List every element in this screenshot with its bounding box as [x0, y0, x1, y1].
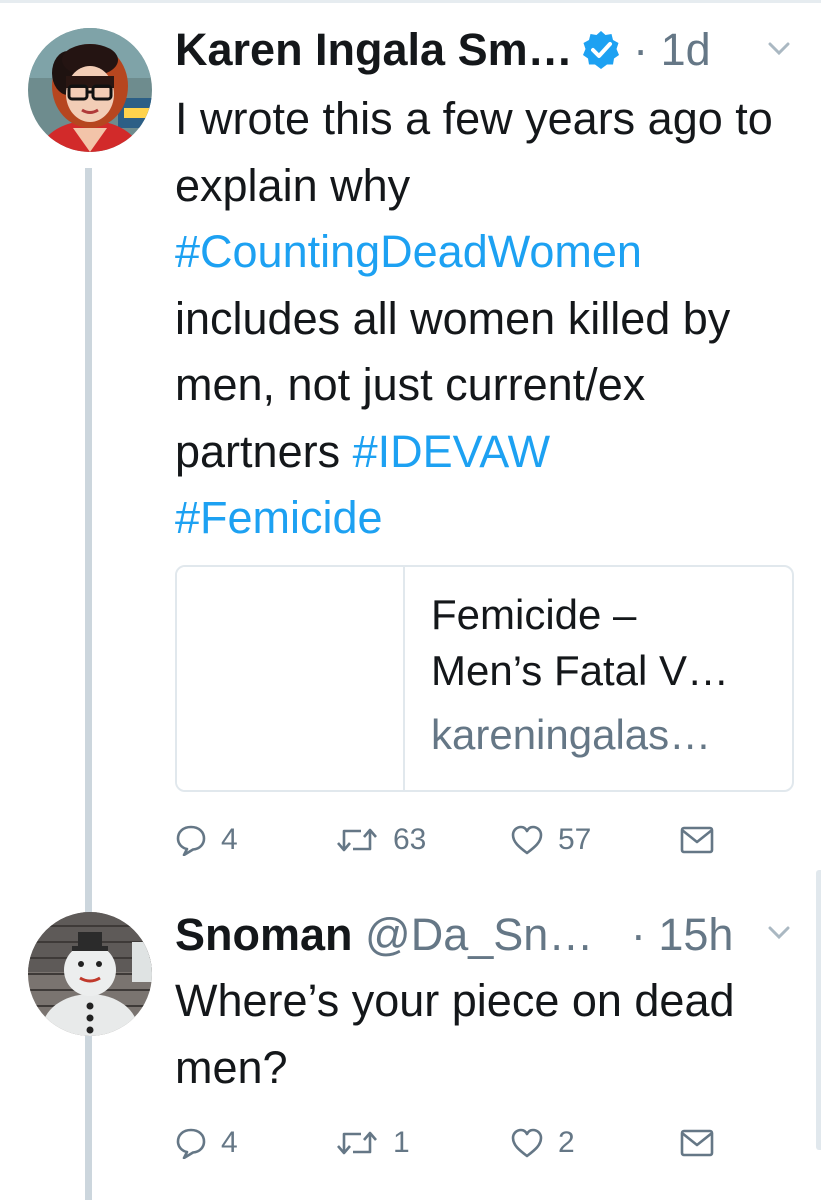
- like-count: 2: [558, 1126, 575, 1159]
- tweet-text: Where’s your piece on dead men?: [175, 975, 735, 1093]
- tweet-text: I wrote this a few years ago to explain …: [175, 86, 815, 552]
- hashtag-link[interactable]: #CountingDeadWomen: [175, 226, 642, 277]
- display-name[interactable]: Karen Ingala Sm…: [175, 24, 573, 75]
- card-thumbnail: [177, 567, 405, 790]
- speech-bubble-icon: [175, 824, 207, 856]
- verified-badge-icon: [581, 25, 621, 69]
- retweet-arrows-icon: [335, 1128, 379, 1158]
- avatar-karen[interactable]: [28, 28, 152, 152]
- timestamp[interactable]: 1d: [661, 24, 711, 75]
- separator-dot: ·: [630, 909, 646, 960]
- retweet-button[interactable]: 1: [335, 1118, 410, 1168]
- like-count: 57: [558, 823, 592, 856]
- timestamp[interactable]: 15h: [658, 909, 733, 960]
- hashtag-link[interactable]: #IDEVAW: [353, 426, 551, 477]
- card-domain: kareningalas…: [431, 711, 712, 758]
- retweet-button[interactable]: 63: [335, 815, 426, 865]
- scrollbar[interactable]: [816, 870, 821, 1150]
- thread-connector-line: [85, 168, 92, 1200]
- top-divider: [0, 0, 821, 3]
- user-handle[interactable]: @Da_Sn…: [365, 909, 593, 960]
- tweet-header: Snoman @Da_Sn… · 15h: [175, 905, 733, 965]
- retweet-arrows-icon: [335, 825, 379, 855]
- tweet-actions: 4 1 2: [175, 1118, 735, 1168]
- tweet-header: Karen Ingala Sm… · 1d: [175, 20, 711, 80]
- like-button[interactable]: 2: [510, 1118, 575, 1168]
- direct-message-button[interactable]: [680, 1118, 714, 1168]
- heart-outline-icon: [510, 1127, 544, 1159]
- heart-outline-icon: [510, 824, 544, 856]
- chevron-down-icon[interactable]: [768, 926, 790, 940]
- tweet-text-part: I wrote this a few years ago to explain …: [175, 93, 773, 211]
- reply-count: 4: [221, 823, 238, 856]
- reply-button[interactable]: 4: [175, 815, 238, 865]
- display-name[interactable]: Snoman: [175, 909, 353, 960]
- like-button[interactable]: 57: [510, 815, 591, 865]
- tweet-actions: 4 63 57: [175, 815, 735, 865]
- envelope-icon: [680, 826, 714, 854]
- direct-message-button[interactable]: [680, 815, 714, 865]
- avatar-snoman[interactable]: [28, 912, 152, 1036]
- card-title: Femicide – Men’s Fatal V…: [431, 591, 729, 694]
- retweet-count: 1: [393, 1126, 410, 1159]
- separator-dot: ·: [633, 24, 649, 75]
- speech-bubble-icon: [175, 1127, 207, 1159]
- link-preview-card[interactable]: Femicide – Men’s Fatal V… kareningalas…: [175, 565, 794, 792]
- reply-count: 4: [221, 1126, 238, 1159]
- retweet-count: 63: [393, 823, 427, 856]
- reply-button[interactable]: 4: [175, 1118, 238, 1168]
- chevron-down-icon[interactable]: [768, 42, 790, 56]
- envelope-icon: [680, 1129, 714, 1157]
- hashtag-link[interactable]: #Femicide: [175, 492, 383, 543]
